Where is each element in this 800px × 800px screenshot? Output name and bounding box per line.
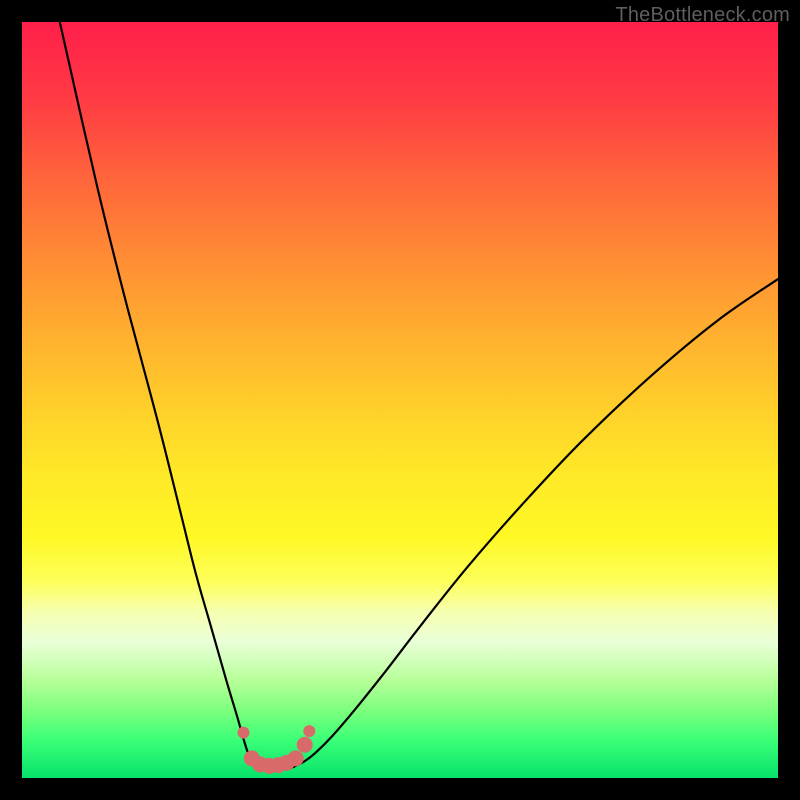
highlight-marker: [238, 727, 250, 739]
curve-right: [294, 279, 778, 767]
highlight-marker: [303, 725, 315, 737]
highlight-marker: [297, 737, 313, 753]
highlight-marker: [288, 750, 304, 766]
chart-svg: [22, 22, 778, 778]
curve-left: [60, 22, 255, 767]
highlight-markers: [238, 725, 316, 774]
